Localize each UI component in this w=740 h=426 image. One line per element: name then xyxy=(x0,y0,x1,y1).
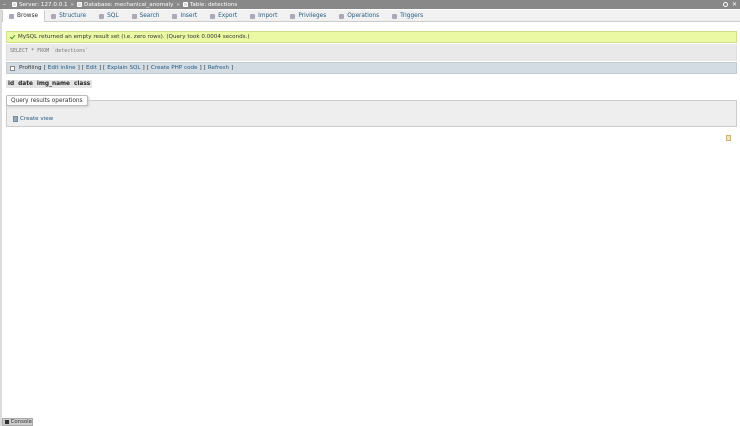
link-separator: ] xyxy=(199,65,202,71)
console-label: Console xyxy=(10,419,32,425)
link-separator: ] xyxy=(98,65,102,71)
insert-icon xyxy=(172,13,178,19)
tab-label: Operations xyxy=(347,13,380,19)
breadcrumb-bar: – Server: 127.0.0.1 » Database: mechanic… xyxy=(0,0,740,9)
profiling-label: Profiling xyxy=(19,65,42,71)
main-tabs: Browse Structure SQL Search Insert Expor… xyxy=(2,10,740,22)
operations-icon xyxy=(339,13,345,19)
tab-structure[interactable]: Structure xyxy=(45,10,93,22)
edit-link[interactable]: Edit xyxy=(86,65,97,71)
breadcrumb-separator: » xyxy=(70,1,75,8)
table-icon xyxy=(9,13,14,19)
breadcrumb-separator: » xyxy=(176,1,180,8)
edit-inline-link[interactable]: Edit inline xyxy=(48,65,76,71)
tab-label: Privileges xyxy=(298,13,327,19)
sql-keyword-from: FROM xyxy=(37,48,50,54)
check-icon xyxy=(10,34,16,40)
link-separator: [ xyxy=(43,65,46,71)
column-header-date[interactable]: date xyxy=(16,80,35,88)
sql-table-name: `detections` xyxy=(52,48,89,54)
close-icon[interactable]: ✕ xyxy=(732,1,737,8)
tab-label: Export xyxy=(218,13,238,19)
database-icon xyxy=(77,2,83,7)
query-results-operations-box xyxy=(6,100,737,127)
create-view-link[interactable]: Create view xyxy=(13,116,53,122)
profiling-checkbox[interactable] xyxy=(10,65,15,71)
settings-icon[interactable] xyxy=(722,1,728,7)
link-separator: [ xyxy=(203,65,206,71)
sql-query-box: SELECT * FROM `detections` xyxy=(6,44,737,61)
success-message: MySQL returned an empty result set (i.e.… xyxy=(6,31,737,43)
search-icon xyxy=(131,13,137,19)
create-php-code-link[interactable]: Create PHP code xyxy=(151,65,198,71)
link-separator: ] xyxy=(231,65,234,71)
create-view-label: Create view xyxy=(20,116,54,122)
import-icon xyxy=(250,13,256,19)
tab-triggers[interactable]: Triggers xyxy=(386,10,430,22)
column-header-class[interactable]: class xyxy=(72,80,92,88)
tab-label: Insert xyxy=(180,13,198,19)
table-icon xyxy=(182,2,188,7)
breadcrumb-database[interactable]: Database: mechanical_anomaly xyxy=(77,2,173,8)
triggers-icon xyxy=(392,13,398,19)
structure-icon xyxy=(51,13,57,19)
result-table-header: id date img_name class xyxy=(6,80,93,88)
breadcrumb-table[interactable]: Table: detections xyxy=(182,1,238,8)
link-separator: ] xyxy=(142,65,145,71)
tab-sql[interactable]: SQL xyxy=(93,10,125,22)
breadcrumb-table-label: Table: detections xyxy=(189,1,238,8)
refresh-link[interactable]: Refresh xyxy=(208,65,229,71)
link-separator: [ xyxy=(103,65,106,71)
server-icon xyxy=(12,2,17,7)
tab-label: SQL xyxy=(107,13,119,19)
tab-label: Triggers xyxy=(400,13,424,19)
explain-sql-link[interactable]: Explain SQL xyxy=(107,65,140,71)
column-header-img-name[interactable]: img_name xyxy=(35,80,72,88)
sql-star: * xyxy=(28,48,38,54)
bookmark-icon[interactable] xyxy=(726,135,731,141)
breadcrumb-server[interactable]: Server: 127.0.0.1 xyxy=(12,2,68,8)
breadcrumb-server-label: Server: 127.0.0.1 xyxy=(19,1,68,8)
tab-label: Search xyxy=(139,13,160,19)
console-toggle[interactable]: Console xyxy=(2,418,33,426)
view-icon xyxy=(13,116,18,122)
tab-label: Browse xyxy=(17,13,39,19)
query-links-bar: Profiling [ Edit inline ][ Edit ][ Expla… xyxy=(6,62,737,74)
tab-privileges[interactable]: Privileges xyxy=(284,10,333,22)
link-separator: [ xyxy=(81,65,84,71)
collapse-navigation-icon[interactable]: – xyxy=(0,0,9,9)
success-message-text: MySQL returned an empty result set (i.e.… xyxy=(18,34,250,40)
sql-keyword-select: SELECT xyxy=(10,48,29,54)
sql-icon xyxy=(99,13,105,19)
tab-insert[interactable]: Insert xyxy=(166,10,204,22)
tab-operations[interactable]: Operations xyxy=(333,10,386,22)
topbar-controls: ✕ xyxy=(722,1,740,8)
tab-search[interactable]: Search xyxy=(126,10,167,22)
query-results-operations-legend: Query results operations xyxy=(6,95,88,106)
tab-label: Structure xyxy=(59,13,87,19)
tab-label: Import xyxy=(258,13,278,19)
tab-import[interactable]: Import xyxy=(244,10,284,22)
console-icon xyxy=(5,420,9,424)
link-separator: ] xyxy=(77,65,80,71)
breadcrumb-database-label: Database: mechanical_anomaly xyxy=(84,1,174,8)
privileges-icon xyxy=(290,13,296,19)
left-border xyxy=(0,9,2,426)
export-icon xyxy=(210,13,216,19)
column-header-id[interactable]: id xyxy=(6,80,16,88)
tab-browse[interactable]: Browse xyxy=(2,10,46,22)
link-separator: [ xyxy=(146,65,149,71)
tab-export[interactable]: Export xyxy=(204,10,244,22)
